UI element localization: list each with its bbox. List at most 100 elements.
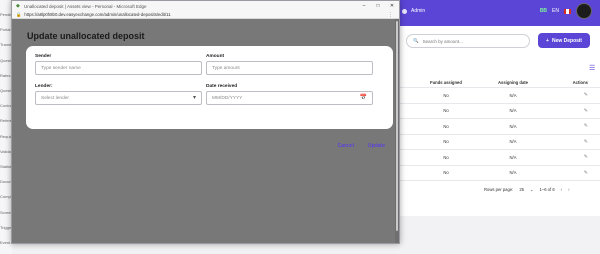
edit-icon[interactable]: ✎ [534, 154, 592, 160]
date-received-label: Date received [206, 84, 238, 89]
search-input[interactable]: 🔍 Search by amount... [406, 34, 530, 48]
column-header: Assigning date [497, 80, 528, 85]
edit-icon[interactable]: ✎ [534, 123, 592, 129]
sidebar-item[interactable]: Questi [0, 58, 12, 63]
calendar-icon[interactable]: 📅 [360, 94, 367, 101]
update-button[interactable]: Update [368, 143, 385, 149]
new-deposit-label: New Deposit [551, 37, 582, 44]
date-received-field[interactable]: MM/DD/YYYY 📅 [206, 91, 373, 105]
table-row: No N/A ✎ [400, 88, 600, 104]
sender-field[interactable]: Type sender name [35, 61, 202, 75]
table-row: No N/A ✎ [400, 166, 600, 181]
table-cell: No [443, 170, 449, 176]
table-cell: No [443, 123, 449, 129]
sender-placeholder: Type sender name [41, 65, 81, 71]
lender-select[interactable]: Select lender ▾ [35, 91, 202, 105]
sidebar-item[interactable]: Valida [0, 149, 11, 154]
lock-icon: 🔒 [16, 11, 22, 17]
sidebar-item[interactable]: Statist [0, 164, 11, 169]
more-icon[interactable]: ⋮ [388, 12, 393, 18]
pencil-icon: ✎ [583, 138, 588, 145]
window-controls: – □ ✕ [357, 1, 399, 11]
avatar[interactable] [576, 3, 592, 19]
table-row: No N/A ✎ [400, 119, 600, 135]
table-cell: N/A [509, 154, 517, 160]
sidebar-item[interactable]: Rates [0, 73, 10, 78]
pencil-icon: ✎ [583, 107, 588, 114]
sidebar-item[interactable]: Portal [0, 27, 10, 32]
amount-field[interactable]: Type amount [206, 61, 373, 75]
sidebar-item[interactable]: Transf [0, 42, 11, 47]
cancel-button[interactable]: Cancel [338, 143, 354, 149]
table-cell: No [443, 108, 449, 114]
table-row: No N/A ✎ [400, 150, 600, 166]
table-cell: N/A [509, 108, 517, 114]
table-cell: N/A [509, 170, 517, 176]
pencil-icon: ✎ [583, 123, 588, 130]
edit-icon[interactable]: ✎ [534, 139, 592, 145]
table-cell: No [443, 139, 449, 145]
column-header: Actions [572, 80, 588, 85]
scrollbar-thumb[interactable] [396, 21, 398, 231]
minimize-icon[interactable]: – [357, 1, 371, 11]
search-icon: 🔍 [413, 38, 419, 43]
table-cell: No [443, 92, 449, 98]
amount-placeholder: Type amount [212, 65, 240, 71]
edit-icon[interactable]: ✎ [534, 170, 592, 176]
deposits-main: 🔍 Search by amount... + New Deposit ☰ Fu… [400, 26, 600, 216]
url-text: https://a8lp0h8b0.dev.easyexchange.com/a… [24, 12, 171, 17]
dropdown-arrow-icon: ▾ [192, 95, 196, 101]
maximize-icon[interactable]: □ [371, 1, 385, 11]
table-cell: N/A [509, 92, 517, 98]
rows-per-page-label: Rows per page: [484, 187, 514, 192]
pencil-icon: ✎ [583, 154, 588, 161]
date-placeholder: MM/DD/YYYY [212, 95, 243, 101]
window-titlebar: ◆ Unallocated deposit | Assets view - Pe… [12, 1, 399, 11]
search-placeholder: Search by amount... [422, 38, 463, 44]
browser-window: ◆ Unallocated deposit | Assets view - Pe… [11, 0, 400, 244]
pencil-icon: ✎ [583, 169, 588, 176]
flag-icon [564, 8, 571, 14]
next-page-icon[interactable]: › [568, 187, 569, 192]
form-actions: Cancel Update [338, 143, 385, 149]
close-icon[interactable]: ✕ [385, 1, 399, 11]
admin-label: Admin [411, 8, 426, 14]
app-icon: ◆ [16, 2, 20, 9]
table-cell: No [443, 154, 449, 160]
sidebar-item[interactable]: Questi [0, 88, 12, 93]
sender-label: Sender [35, 54, 52, 59]
page-title: Update unallocated deposit [27, 31, 145, 41]
new-deposit-button[interactable]: + New Deposit [538, 33, 590, 48]
prev-page-icon[interactable]: ‹ [561, 187, 562, 192]
edit-icon[interactable]: ✎ [534, 92, 592, 98]
table-row: No N/A ✎ [400, 104, 600, 119]
window-title: Unallocated deposit | Assets view - Pers… [24, 3, 147, 9]
table-row: No N/A ✎ [400, 135, 600, 150]
page-content: Update unallocated deposit Sender Type s… [12, 19, 399, 243]
status-indicator: BB [539, 8, 548, 14]
pencil-icon: ✎ [583, 92, 588, 99]
table-header: Funds assigned Assigning date Actions [400, 78, 600, 88]
admin-menu[interactable]: Admin [402, 5, 425, 17]
plus-icon: + [546, 37, 549, 44]
sidebar-item[interactable]: Trigge [0, 225, 11, 230]
admin-icon [402, 8, 407, 14]
table-cell: N/A [509, 123, 517, 129]
lender-placeholder: Select lender [41, 95, 69, 101]
address-bar[interactable]: 🔒 https://a8lp0h8b0.dev.easyexchange.com… [12, 11, 399, 19]
filter-icon[interactable]: ☰ [589, 64, 595, 72]
deposit-form: Sender Type sender name Amount Type amou… [26, 46, 393, 129]
scrollbar[interactable] [395, 19, 399, 243]
edit-icon[interactable]: ✎ [534, 108, 592, 114]
page-range: 1–6 of 6 [539, 187, 555, 192]
chevron-down-icon: ⌄ [530, 187, 534, 192]
pagination: Rows per page: 25 ⌄ 1–6 of 6 ‹ › [484, 187, 569, 192]
language-selector[interactable]: EN [552, 8, 559, 14]
rows-per-page-select[interactable]: 25 [519, 187, 524, 192]
table-cell: N/A [509, 139, 517, 145]
table-body: No N/A ✎ No N/A ✎ No N/A ✎ No N/A ✎ No N/A ✎ No N/A ✎ [400, 88, 600, 181]
amount-label: Amount [206, 54, 225, 59]
deposits-table: Funds assigned Assigning date Actions No… [400, 78, 600, 181]
column-header: Funds assigned [430, 80, 462, 85]
topbar-right: BB EN [540, 3, 592, 19]
